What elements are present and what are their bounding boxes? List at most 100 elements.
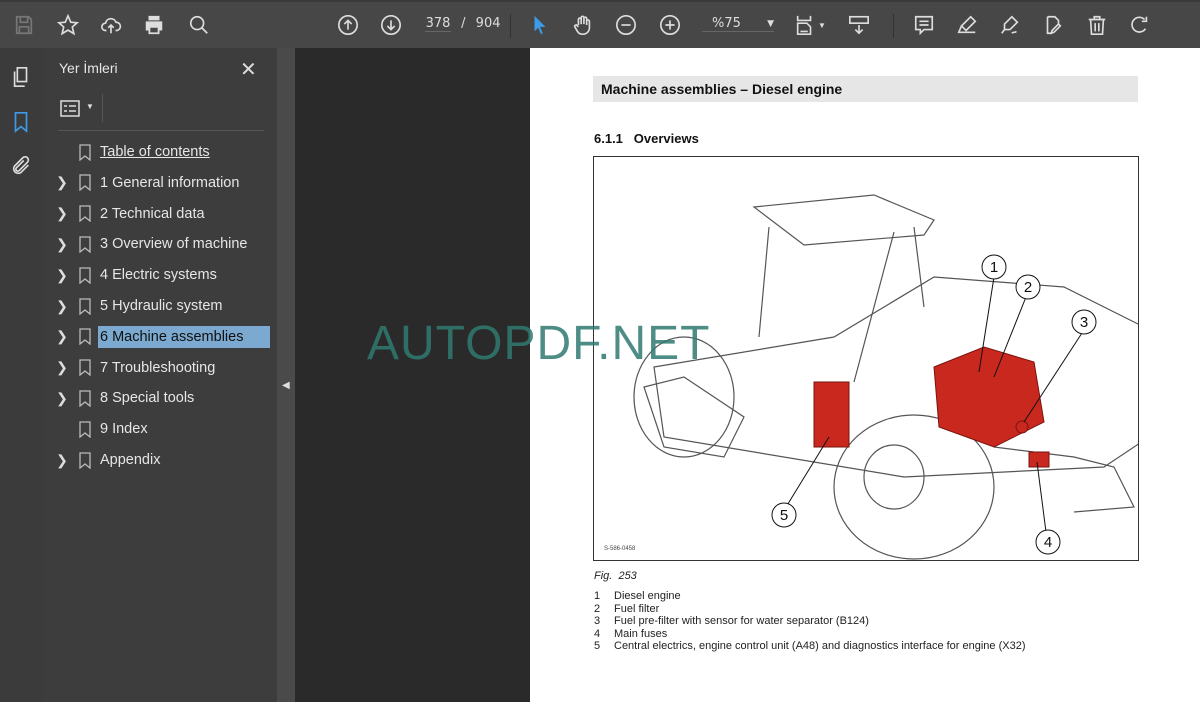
legend-number: 4 (594, 627, 601, 640)
chevron-right-icon[interactable]: ❯ (52, 359, 72, 376)
bookmark-icon (72, 359, 98, 377)
chevron-down-icon: ▼ (767, 19, 774, 29)
print-icon[interactable] (141, 12, 167, 38)
left-rail (0, 48, 44, 702)
upload-cloud-icon[interactable] (98, 12, 124, 38)
panel-title: Yer İmleri (59, 60, 118, 76)
legend-item: 5 Central electrics, engine control unit … (594, 640, 1026, 653)
bookmark-icon (72, 390, 98, 407)
chevron-right-icon[interactable]: ❯ (52, 328, 72, 345)
page-total: 904 (475, 16, 501, 31)
bookmark-item[interactable]: ❯ 6 Machine assemblies (52, 323, 270, 351)
toolbar: 378 / 904 %75 ▼ ▼ (0, 0, 1200, 48)
hand-icon[interactable] (570, 12, 596, 38)
prev-page-icon[interactable] (335, 12, 361, 38)
callout-1: 1 (990, 259, 998, 276)
bookmark-label: 5 Hydraulic system (100, 298, 223, 314)
close-icon[interactable]: ✕ (240, 57, 257, 82)
bookmark-item[interactable]: ❯ 2 Technical data (52, 200, 270, 228)
fit-page-icon[interactable] (792, 12, 818, 38)
bookmark-options-button[interactable]: ▼ (58, 96, 98, 122)
bookmark-label: Appendix (100, 452, 161, 468)
collapse-arrow-icon[interactable]: ◀ (282, 380, 290, 391)
page-number-input[interactable]: 378 (425, 16, 451, 32)
bookmark-label: 3 Overview of machine (100, 236, 248, 253)
legend-text: Central electrics, engine control unit (… (614, 640, 1026, 652)
bookmark-label: 4 Electric systems (100, 267, 217, 284)
zoom-out-icon[interactable] (613, 12, 639, 38)
watermark: AUTOPDF.NET (367, 317, 711, 370)
callout-5: 5 (780, 507, 788, 524)
figure-caption: Fig. 253 (594, 570, 637, 582)
bookmark-icon (72, 205, 98, 223)
bookmark-item[interactable]: 9 Index (52, 415, 270, 443)
bookmark-item[interactable]: ❯ 8 Special tools (52, 384, 270, 412)
legend-text: Main fuses (614, 627, 668, 640)
chevron-right-icon[interactable]: ❯ (52, 452, 72, 469)
bookmark-icon (72, 143, 98, 161)
legend-number: 2 (594, 602, 601, 615)
zoom-select[interactable]: %75 ▼ (702, 16, 774, 32)
bookmarks-icon[interactable] (8, 109, 34, 135)
edit-pdf-icon[interactable] (1040, 12, 1066, 38)
bookmark-icon (72, 328, 98, 346)
comment-icon[interactable] (911, 12, 937, 38)
bookmark-icon (72, 236, 98, 253)
bookmark-item[interactable]: ❯ 7 Troubleshooting (52, 354, 270, 382)
bookmark-label: 1 General information (100, 174, 240, 191)
rotate-icon[interactable] (1127, 12, 1153, 38)
bookmark-item[interactable]: ❯ 3 Overview of machine (52, 230, 270, 258)
page-number: 378 / 904 (425, 16, 501, 32)
callout-2: 2 (1024, 279, 1032, 296)
bookmark-icon (72, 267, 98, 284)
bookmark-item[interactable]: Table of contents (52, 138, 270, 166)
bookmark-item[interactable]: ❯ 5 Hydraulic system (52, 292, 270, 320)
chevron-right-icon[interactable]: ❯ (52, 298, 72, 315)
delete-icon[interactable] (1084, 12, 1110, 38)
sign-icon[interactable] (997, 12, 1023, 38)
chevron-right-icon[interactable]: ❯ (52, 236, 72, 253)
bookmark-icon (72, 174, 98, 192)
zoom-in-icon[interactable] (657, 12, 683, 38)
save-icon[interactable] (11, 12, 37, 38)
pages-icon[interactable] (8, 64, 34, 90)
bookmark-item[interactable]: ❯ 4 Electric systems (52, 261, 270, 289)
select-cursor-icon[interactable] (527, 12, 553, 38)
pdf-page: Machine assemblies – Diesel engine 6.1.1… (530, 48, 1200, 702)
chevron-right-icon[interactable]: ❯ (52, 390, 72, 407)
page-sep: / (461, 16, 466, 31)
page-header: Machine assemblies – Diesel engine (593, 76, 1138, 102)
chevron-right-icon[interactable]: ❯ (52, 205, 72, 222)
section-title: 6.1.1 Overviews (594, 131, 699, 146)
legend-number: 3 (594, 615, 601, 627)
zoom-value: %75 (712, 16, 741, 31)
chevron-right-icon[interactable]: ❯ (52, 174, 72, 191)
figure-legend: 1 Diesel engine 2 Fuel filter 3 Fuel pre-filt… (594, 590, 1026, 653)
callout-3: 3 (1080, 314, 1088, 331)
bookmark-label: 7 Troubleshooting (100, 359, 216, 376)
bookmark-icon (72, 421, 98, 438)
panel-splitter[interactable]: ◀ (277, 48, 295, 702)
list-icon (60, 100, 80, 117)
chevron-down-icon[interactable]: ▼ (818, 21, 826, 30)
legend-text: Fuel pre-filter with sensor for water se… (614, 615, 869, 627)
callout-4: 4 (1044, 534, 1052, 551)
legend-number: 5 (594, 640, 601, 652)
bookmark-label: Table of contents (100, 144, 210, 160)
bookmark-item[interactable]: ❯ Appendix (52, 446, 270, 474)
bookmark-star-icon[interactable] (55, 12, 81, 38)
legend-text: Diesel engine (614, 590, 681, 602)
legend-number: 1 (594, 590, 601, 602)
bookmark-icon (72, 451, 98, 469)
attachment-icon[interactable] (8, 153, 34, 179)
legend-item: 1 Diesel engine (594, 590, 1026, 603)
chevron-down-icon: ▼ (86, 102, 94, 111)
figure-code: S-586-0458 (604, 546, 636, 552)
bookmark-label: 8 Special tools (100, 390, 195, 407)
bookmark-item[interactable]: ❯ 1 General information (52, 169, 270, 197)
next-page-icon[interactable] (378, 12, 404, 38)
find-icon[interactable] (186, 12, 212, 38)
chevron-right-icon[interactable]: ❯ (52, 267, 72, 284)
scroll-mode-icon[interactable] (846, 12, 872, 38)
highlight-icon[interactable] (954, 12, 980, 38)
